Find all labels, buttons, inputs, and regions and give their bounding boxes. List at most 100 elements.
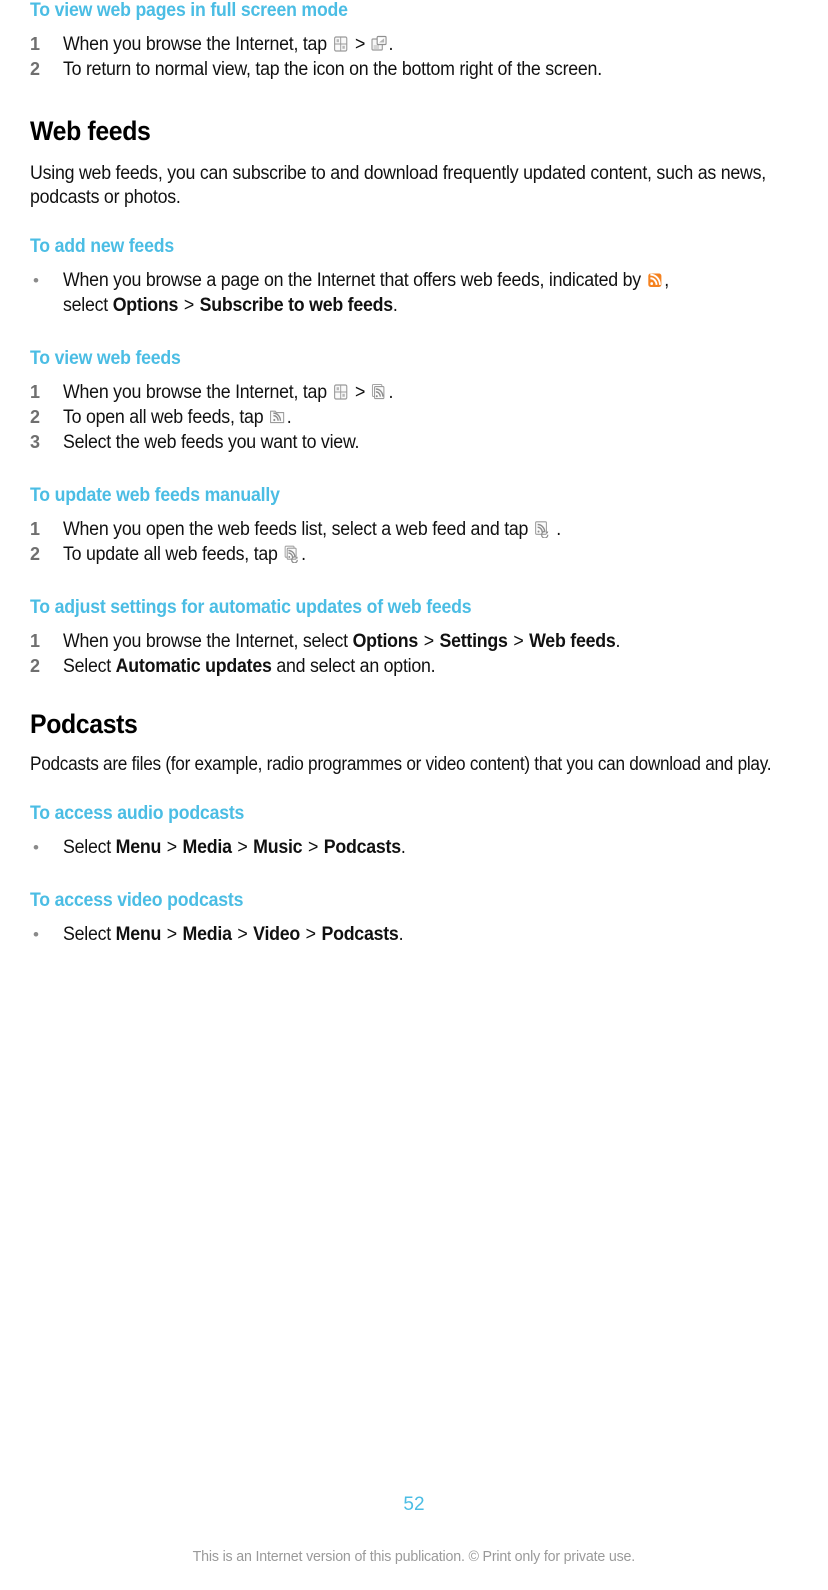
step-item: 1 When you open the web feeds list, sele… (30, 517, 820, 542)
rss-refresh-icon (534, 520, 551, 538)
step-text-sep: > (350, 34, 370, 55)
video-post: . (398, 924, 404, 945)
add-line1-pre: When you browse a page on the Internet t… (63, 270, 646, 291)
step-item: 2 To return to normal view, tap the icon… (30, 57, 820, 82)
bullet-marker: • (33, 271, 39, 290)
step-text-pre: When you browse the Internet, select (63, 631, 353, 652)
page-number: 52 (403, 1494, 425, 1515)
browser-grid-icon (332, 383, 349, 401)
fullscreen-icon (371, 35, 388, 53)
sep: > (232, 924, 253, 945)
step-text: To open all web feeds, tap . (63, 405, 292, 430)
step-marker: 1 (30, 519, 40, 539)
bold-automatic-updates: Automatic updates (115, 656, 272, 677)
add-bold-options: Options (112, 295, 179, 316)
sep: > (162, 924, 182, 945)
step-item: 2 Select Automatic updates and select an… (30, 654, 820, 679)
step-text-pre: When you browse the Internet, tap (63, 382, 332, 403)
step-text: Select Automatic updates and select an o… (63, 654, 436, 679)
steps-adjust-settings: 1 When you browse the Internet, select O… (30, 629, 820, 679)
sep: > (303, 837, 323, 858)
step-marker: 3 (30, 432, 40, 452)
footer-copyright: This is an Internet version of this publ… (0, 1548, 828, 1565)
step-marker: 2 (30, 407, 40, 427)
step-marker: 2 (30, 59, 40, 79)
sep: > (232, 837, 253, 858)
steps-access-video-podcasts: • Select Menu > Media > Video > Podcasts… (30, 922, 820, 947)
video-pre: Select (63, 924, 116, 945)
step-text-pre: To open all web feeds, tap (63, 407, 269, 428)
steps-fullscreen: 1 When you browse the Internet, tap > . … (30, 32, 820, 82)
step-text-pre: When you open the web feeds list, select… (63, 519, 533, 540)
steps-add-new-feeds: • When you browse a page on the Internet… (30, 268, 820, 318)
bold-media: Media (182, 837, 232, 858)
list-item: • Select Menu > Media > Video > Podcasts… (30, 922, 820, 947)
step-text-pre: Select (63, 656, 116, 677)
steps-view-web-feeds: 1 When you browse the Internet, tap > . … (30, 380, 820, 455)
step-marker: 2 (30, 544, 40, 564)
step-text-sep: > (350, 382, 370, 403)
list-item: • When you browse a page on the Internet… (30, 268, 820, 318)
sep: > (162, 837, 182, 858)
bold-options: Options (352, 631, 419, 652)
rss-stack-refresh-icon (283, 545, 300, 563)
step-item: 2 To open all web feeds, tap . (30, 405, 820, 430)
sep: > (508, 631, 529, 652)
sep: > (179, 295, 199, 316)
heading-adjust-settings: To adjust settings for automatic updates… (30, 597, 472, 618)
step-text-post: . (388, 34, 394, 55)
rss-stack-icon (371, 383, 388, 401)
heading-access-video-podcasts: To access video podcasts (30, 890, 244, 911)
step-text: When you browse the Internet, select Opt… (63, 629, 620, 654)
step-item: 1 When you browse the Internet, select O… (30, 629, 820, 654)
step-marker: 1 (30, 382, 40, 402)
step-item: 1 When you browse the Internet, tap > . (30, 380, 820, 405)
step-text: Select the web feeds you want to view. (63, 432, 360, 453)
bullet-marker: • (33, 925, 39, 944)
bold-web-feeds: Web feeds (529, 631, 616, 652)
bold-media: Media (182, 924, 232, 945)
heading-add-new-feeds: To add new feeds (30, 236, 174, 257)
add-bold-subscribe: Subscribe to web feeds (199, 295, 394, 316)
step-text: When you open the web feeds list, select… (63, 517, 561, 542)
bold-podcasts: Podcasts (321, 924, 399, 945)
step-text-post: . (286, 407, 292, 428)
browser-grid-icon (332, 35, 349, 53)
heading-view-fullscreen: To view web pages in full screen mode (30, 0, 348, 21)
manual-page: To view web pages in full screen mode 1 … (0, 0, 828, 1590)
sep: > (418, 631, 439, 652)
bold-podcasts: Podcasts (323, 837, 401, 858)
audio-post: . (400, 837, 406, 858)
step-text: To update all web feeds, tap . (63, 542, 306, 567)
step-item: 1 When you browse the Internet, tap > . (30, 32, 820, 57)
heading-view-web-feeds: To view web feeds (30, 348, 181, 369)
bullet-text: When you browse a page on the Internet t… (63, 268, 669, 318)
steps-access-audio-podcasts: • Select Menu > Media > Music > Podcasts… (30, 835, 820, 860)
list-item: • Select Menu > Media > Music > Podcasts… (30, 835, 820, 860)
bullet-text: Select Menu > Media > Music > Podcasts. (63, 835, 406, 860)
rss-folder-icon (269, 408, 286, 426)
step-item: 2 To update all web feeds, tap . (30, 542, 820, 567)
sep: > (300, 924, 321, 945)
step-marker: 1 (30, 34, 40, 54)
steps-update-web-feeds: 1 When you open the web feeds list, sele… (30, 517, 820, 567)
step-text-post: . (388, 382, 394, 403)
add-line2-post: . (392, 295, 398, 316)
step-text: When you browse the Internet, tap > . (63, 32, 393, 57)
step-text: To return to normal view, tap the icon o… (63, 59, 602, 80)
bold-settings: Settings (439, 631, 508, 652)
step-text-pre: When you browse the Internet, tap (63, 34, 332, 55)
bullet-marker: • (33, 838, 39, 857)
bold-music: Music (253, 837, 303, 858)
section-title-web-feeds: Web feeds (30, 116, 151, 146)
add-line1-post: , (664, 270, 669, 291)
bold-menu: Menu (115, 837, 162, 858)
step-text-post: and select an option. (271, 656, 436, 677)
step-text: When you browse the Internet, tap > . (63, 380, 393, 405)
heading-access-audio-podcasts: To access audio podcasts (30, 803, 245, 824)
web-feeds-intro: Using web feeds, you can subscribe to an… (30, 163, 766, 208)
bold-video: Video (253, 924, 301, 945)
add-line2-pre: select (63, 295, 113, 316)
step-text-post: . (615, 631, 621, 652)
bold-menu: Menu (115, 924, 162, 945)
